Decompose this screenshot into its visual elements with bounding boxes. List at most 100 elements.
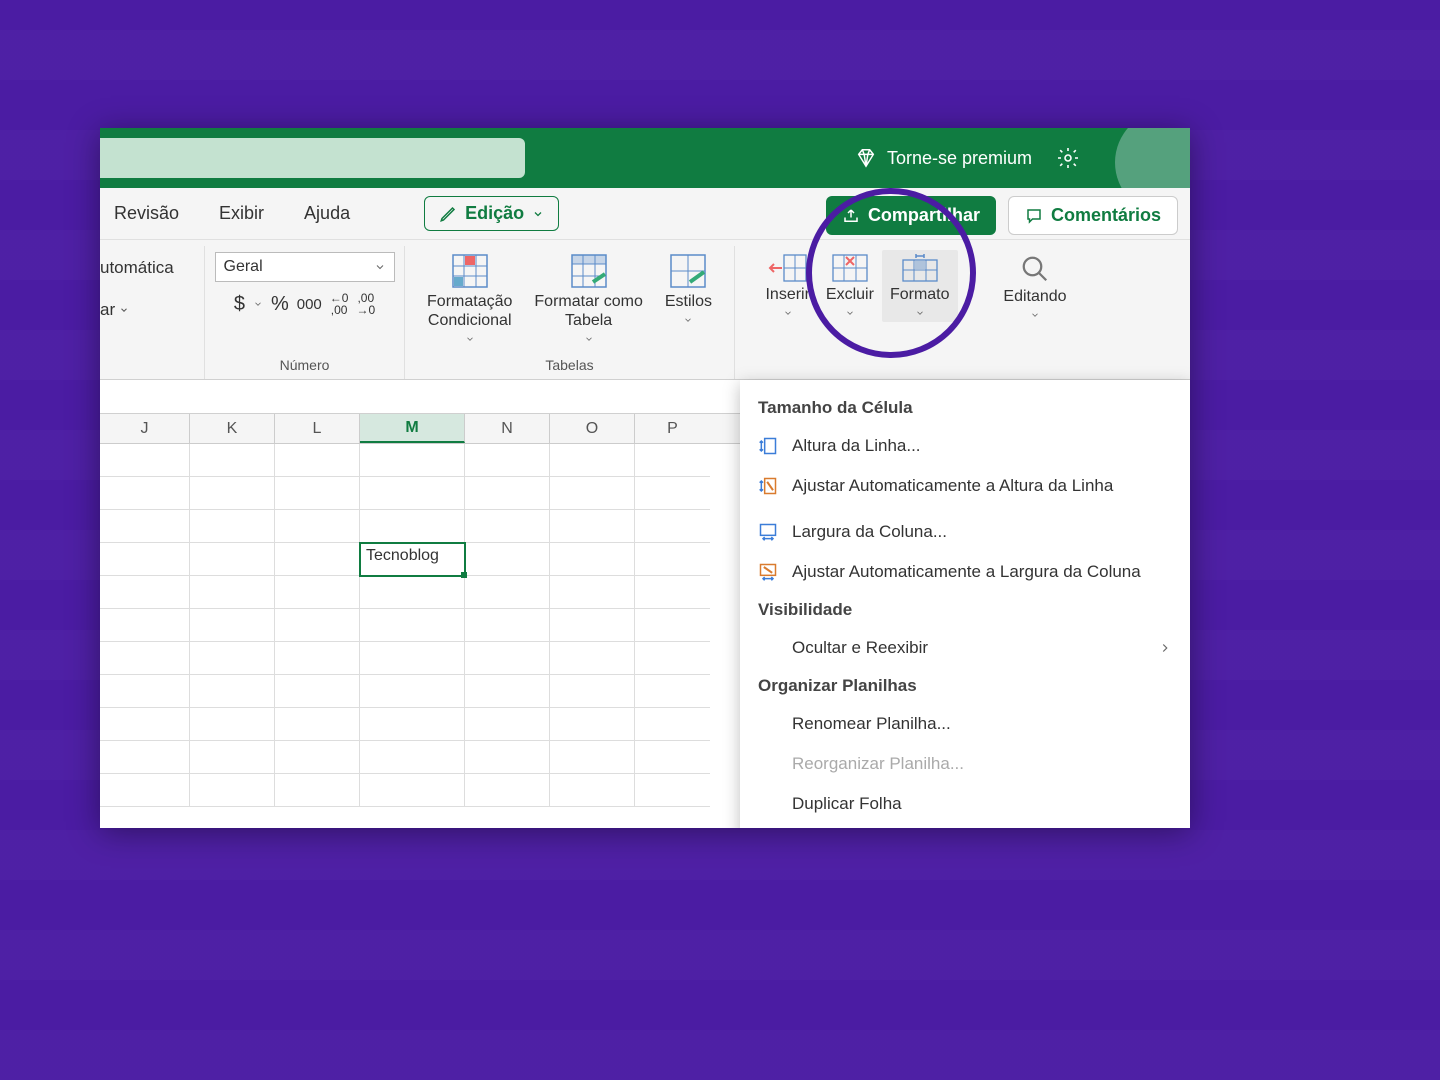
cell[interactable] bbox=[550, 642, 635, 675]
menu-row-height[interactable]: Altura da Linha... bbox=[740, 426, 1190, 466]
cell[interactable] bbox=[275, 444, 360, 477]
col-header-P[interactable]: P bbox=[635, 414, 710, 443]
col-header-L[interactable]: L bbox=[275, 414, 360, 443]
cell[interactable] bbox=[465, 741, 550, 774]
cell[interactable] bbox=[100, 477, 190, 510]
format-cells-button[interactable]: Formato bbox=[882, 250, 958, 322]
cell[interactable] bbox=[275, 543, 360, 576]
cell[interactable] bbox=[190, 741, 275, 774]
cell[interactable] bbox=[190, 543, 275, 576]
cell[interactable] bbox=[360, 609, 465, 642]
cell[interactable] bbox=[635, 477, 710, 510]
menu-autofit-column-width[interactable]: Ajustar Automaticamente a Largura da Col… bbox=[740, 552, 1190, 592]
cell[interactable] bbox=[635, 708, 710, 741]
cell[interactable] bbox=[360, 708, 465, 741]
cell[interactable] bbox=[635, 741, 710, 774]
tab-ajuda[interactable]: Ajuda bbox=[298, 197, 356, 230]
cell[interactable] bbox=[100, 675, 190, 708]
cell[interactable] bbox=[465, 708, 550, 741]
cell[interactable] bbox=[635, 675, 710, 708]
cell[interactable] bbox=[360, 477, 465, 510]
cell[interactable] bbox=[100, 609, 190, 642]
menu-column-width[interactable]: Largura da Coluna... bbox=[740, 512, 1190, 552]
cell[interactable] bbox=[275, 609, 360, 642]
ribbon-fragment-bottom[interactable]: ar bbox=[100, 300, 129, 320]
cell[interactable] bbox=[550, 609, 635, 642]
cell[interactable] bbox=[190, 576, 275, 609]
tab-revisao[interactable]: Revisão bbox=[108, 197, 185, 230]
cell[interactable] bbox=[465, 774, 550, 807]
editing-mode-button[interactable]: Edição bbox=[424, 196, 559, 231]
currency-button[interactable]: $ bbox=[234, 293, 245, 316]
cell[interactable] bbox=[465, 477, 550, 510]
cell[interactable] bbox=[465, 642, 550, 675]
col-header-K[interactable]: K bbox=[190, 414, 275, 443]
cell[interactable] bbox=[275, 675, 360, 708]
cell[interactable] bbox=[550, 444, 635, 477]
search-box[interactable] bbox=[100, 138, 525, 178]
cell[interactable] bbox=[275, 708, 360, 741]
cell[interactable] bbox=[275, 774, 360, 807]
cell[interactable] bbox=[275, 576, 360, 609]
cell[interactable] bbox=[190, 477, 275, 510]
cell[interactable] bbox=[550, 774, 635, 807]
cell[interactable] bbox=[550, 576, 635, 609]
editing-group-button[interactable]: Editando bbox=[995, 250, 1074, 324]
cell[interactable] bbox=[275, 642, 360, 675]
percent-button[interactable]: % bbox=[271, 293, 289, 316]
menu-autofit-row-height[interactable]: Ajustar Automaticamente a Altura da Linh… bbox=[740, 466, 1190, 506]
cell[interactable] bbox=[550, 741, 635, 774]
cell[interactable] bbox=[275, 477, 360, 510]
cell[interactable] bbox=[465, 609, 550, 642]
cell[interactable] bbox=[100, 444, 190, 477]
cell[interactable] bbox=[465, 675, 550, 708]
cell[interactable] bbox=[360, 675, 465, 708]
cell[interactable] bbox=[190, 708, 275, 741]
format-as-table-button[interactable]: Formatar como Tabela bbox=[526, 250, 650, 348]
premium-button[interactable]: Torne-se premium bbox=[855, 147, 1032, 169]
menu-duplicate-sheet[interactable]: Duplicar Folha bbox=[740, 784, 1190, 824]
cell[interactable] bbox=[550, 510, 635, 543]
cell[interactable] bbox=[465, 576, 550, 609]
col-header-O[interactable]: O bbox=[550, 414, 635, 443]
col-header-J[interactable]: J bbox=[100, 414, 190, 443]
cell[interactable] bbox=[100, 510, 190, 543]
number-format-select[interactable]: Geral bbox=[215, 252, 395, 282]
cell[interactable] bbox=[635, 609, 710, 642]
cell[interactable] bbox=[190, 675, 275, 708]
cell[interactable] bbox=[465, 543, 550, 576]
cell[interactable] bbox=[550, 675, 635, 708]
cell[interactable] bbox=[550, 543, 635, 576]
cell[interactable] bbox=[550, 708, 635, 741]
cell[interactable] bbox=[190, 642, 275, 675]
cell[interactable] bbox=[635, 642, 710, 675]
cell[interactable] bbox=[550, 477, 635, 510]
col-header-M[interactable]: M bbox=[360, 414, 465, 443]
delete-cells-button[interactable]: Excluir bbox=[818, 250, 882, 322]
col-header-N[interactable]: N bbox=[465, 414, 550, 443]
cell[interactable] bbox=[190, 510, 275, 543]
cell[interactable] bbox=[360, 444, 465, 477]
active-cell[interactable]: Tecnoblog bbox=[360, 543, 465, 576]
cell[interactable] bbox=[100, 741, 190, 774]
cell[interactable] bbox=[190, 609, 275, 642]
cell[interactable] bbox=[100, 543, 190, 576]
cell[interactable] bbox=[190, 774, 275, 807]
cell[interactable] bbox=[360, 741, 465, 774]
cell[interactable] bbox=[100, 774, 190, 807]
cell[interactable] bbox=[635, 576, 710, 609]
settings-icon[interactable] bbox=[1056, 146, 1080, 170]
cell[interactable] bbox=[635, 444, 710, 477]
thousands-button[interactable]: 000 bbox=[297, 296, 322, 313]
cell[interactable] bbox=[635, 543, 710, 576]
cell[interactable] bbox=[360, 774, 465, 807]
cell[interactable] bbox=[275, 741, 360, 774]
cell[interactable] bbox=[635, 510, 710, 543]
increase-decimal-button[interactable]: ←0 ,00 bbox=[330, 292, 349, 316]
tab-exibir[interactable]: Exibir bbox=[213, 197, 270, 230]
cell[interactable] bbox=[100, 642, 190, 675]
menu-hide-unhide[interactable]: Ocultar e Reexibir bbox=[740, 628, 1190, 668]
insert-cells-button[interactable]: Inserir bbox=[757, 250, 817, 322]
comments-button[interactable]: Comentários bbox=[1008, 196, 1178, 235]
cell[interactable] bbox=[635, 774, 710, 807]
